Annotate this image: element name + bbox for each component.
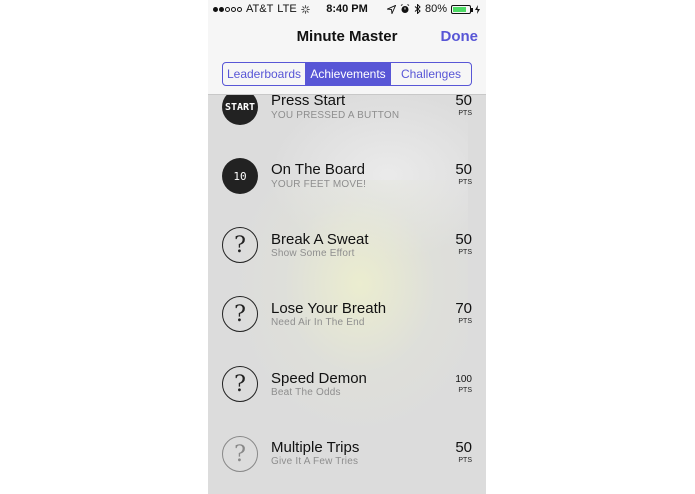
badge-text: ? (234, 232, 246, 258)
achievement-subtitle: YOUR FEET MOVE! (271, 179, 367, 190)
achievement-row[interactable]: ? Speed Demon Beat The Odds 100 PTS (208, 364, 486, 434)
question-mark-icon: ? (222, 296, 258, 332)
achievement-points: 100 PTS (455, 374, 472, 395)
points-label: PTS (458, 387, 472, 394)
points-value: 50 (455, 161, 472, 178)
achievement-title: Multiple Trips (271, 439, 360, 456)
achievement-row[interactable]: 10 On The Board YOUR FEET MOVE! 50 PTS (208, 154, 486, 224)
achievement-row[interactable]: ? Lose Your Breath Need Air In The End 7… (208, 294, 486, 364)
question-mark-icon: ? (222, 366, 258, 402)
bluetooth-icon (414, 4, 421, 14)
points-value: 100 (455, 374, 472, 385)
location-arrow-icon (386, 4, 396, 14)
achievement-title: Speed Demon (271, 370, 367, 387)
achievement-points: 50 PTS (455, 93, 472, 118)
phone-screen: START Press Start YOU PRESSED A BUTTON 5… (208, 0, 486, 494)
achievement-points: 50 PTS (455, 440, 472, 465)
achievement-row[interactable]: ? Break A Sweat Show Some Effort 50 PTS (208, 224, 486, 294)
achievement-subtitle: Show Some Effort (271, 248, 355, 259)
achievement-subtitle: Give It A Few Tries (271, 456, 359, 467)
points-label: PTS (458, 318, 472, 325)
achievement-points: 50 PTS (455, 232, 472, 257)
alarm-icon (400, 4, 410, 13)
badge-text: ? (234, 371, 246, 397)
badge-text: 10 (233, 169, 247, 183)
points-label: PTS (458, 179, 472, 186)
points-label: PTS (458, 110, 472, 117)
question-mark-icon: ? (222, 227, 258, 263)
nav-bar: Minute Master Done (208, 26, 486, 50)
charging-bolt-icon (475, 4, 480, 14)
tab-achievements[interactable]: Achievements (305, 63, 390, 85)
points-value: 70 (455, 300, 472, 317)
achievement-subtitle: Need Air In The End (271, 317, 365, 328)
segmented-control: Leaderboards Achievements Challenges (222, 62, 472, 86)
achievement-subtitle: YOU PRESSED A BUTTON (271, 110, 400, 121)
badge-text: START (224, 101, 256, 113)
done-button[interactable]: Done (441, 28, 479, 45)
achievement-title: Lose Your Breath (271, 300, 387, 317)
ten-badge-icon: 10 (222, 158, 258, 194)
status-right: 80% (386, 3, 480, 15)
achievement-points: 50 PTS (455, 162, 472, 187)
tab-challenges[interactable]: Challenges (390, 63, 471, 85)
header: AT&T LTE 8:40 PM 80% Minute Master Done … (208, 0, 486, 95)
points-label: PTS (458, 249, 472, 256)
battery-percent: 80% (424, 3, 447, 15)
points-value: 50 (455, 92, 472, 109)
question-mark-icon: ? (222, 436, 258, 472)
points-label: PTS (458, 457, 472, 464)
points-value: 50 (455, 231, 472, 248)
badge-text: ? (234, 441, 246, 467)
achievement-points: 70 PTS (455, 301, 472, 326)
achievement-title: Break A Sweat (271, 231, 369, 248)
achievement-row[interactable]: ? Multiple Trips Give It A Few Tries 50 P… (208, 434, 486, 494)
battery-icon (451, 4, 473, 14)
badge-text: ? (234, 301, 246, 327)
achievement-title: On The Board (271, 161, 365, 178)
tab-leaderboards[interactable]: Leaderboards (223, 63, 305, 85)
points-value: 50 (455, 439, 472, 456)
status-bar: AT&T LTE 8:40 PM 80% (208, 0, 486, 18)
achievement-subtitle: Beat The Odds (271, 387, 341, 398)
